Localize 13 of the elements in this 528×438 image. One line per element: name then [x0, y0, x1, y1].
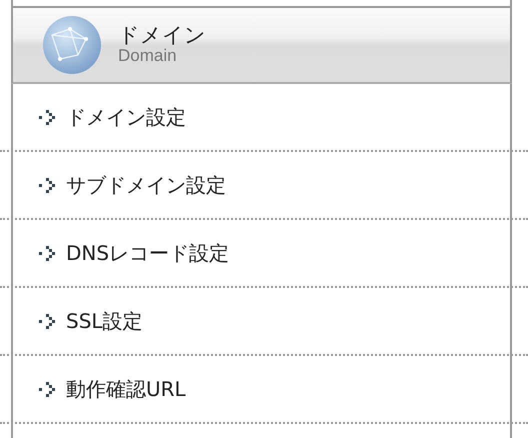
menu-link[interactable]: サブドメイン設定 — [66, 170, 226, 200]
menu-link[interactable]: DNSレコード設定 — [66, 238, 230, 268]
arrow-icon — [38, 245, 58, 261]
section-subtitle: Domain — [118, 47, 178, 66]
menu-link[interactable]: SSL設定 — [66, 306, 143, 336]
arrow-icon — [38, 109, 58, 125]
arrow-icon — [38, 381, 58, 397]
menu-link[interactable]: ドメイン設定 — [66, 102, 186, 132]
menu-link[interactable]: 動作確認URL — [66, 374, 186, 404]
arrow-icon — [38, 177, 58, 193]
arrow-icon — [38, 313, 58, 329]
section-title: ドメイン — [118, 24, 206, 48]
globe-icon — [42, 15, 102, 75]
